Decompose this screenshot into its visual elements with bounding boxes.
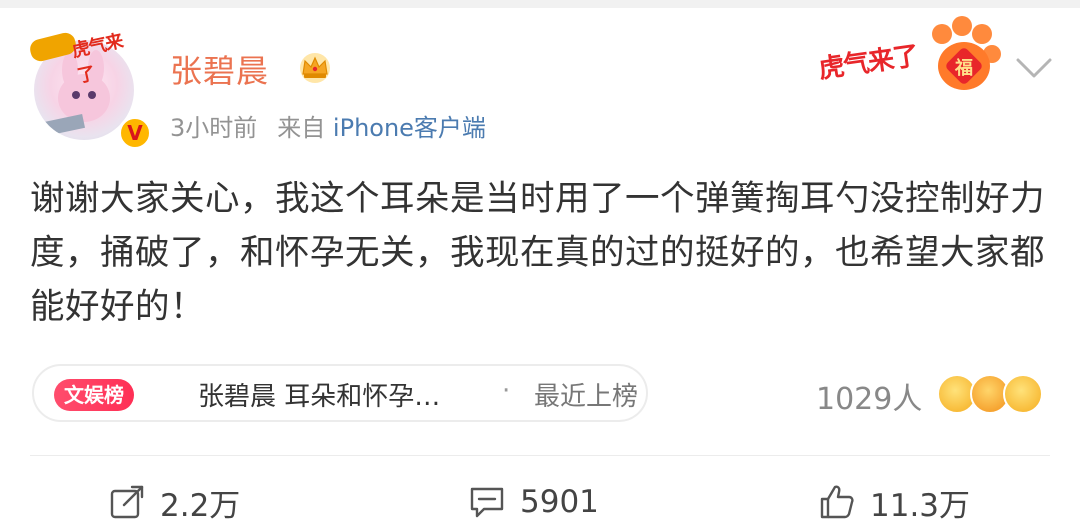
source-client-link[interactable]: iPhone客户端 — [333, 114, 486, 142]
verified-icon: V — [118, 116, 152, 150]
topic-card[interactable]: 文娱榜 张碧晨 耳朵和怀孕… · 最近上榜 — [32, 364, 648, 422]
paw-icon: 福 — [932, 16, 1001, 90]
topic-status: 最近上榜 — [534, 382, 639, 412]
topic-separator: · — [502, 376, 511, 406]
avatar[interactable]: 虎气来了 V — [28, 26, 152, 150]
top-separator — [0, 0, 1080, 8]
topic-tag: 文娱榜 — [54, 379, 134, 411]
chevron-down-icon[interactable] — [1014, 54, 1054, 82]
reaction-count[interactable]: 1029人 — [816, 374, 922, 418]
repost-icon — [110, 485, 144, 519]
post-text: 谢谢大家关心，我这个耳朵是当时用了一个弹簧掏耳勺没控制好力度，捅破了，和怀孕无关… — [30, 179, 1045, 327]
post-meta: 3小时前 来自 iPhone客户端 — [170, 108, 486, 143]
comment-count: 5901 — [520, 484, 599, 520]
topic-title: 张碧晨 耳朵和怀孕… — [198, 382, 441, 412]
like-count: 11.3万 — [870, 487, 971, 524]
post-time: 3小时前 — [170, 114, 258, 142]
header-badge-text: 虎气来了 — [816, 41, 920, 85]
divider — [30, 455, 1050, 456]
comment-icon — [470, 487, 504, 518]
repost-button[interactable]: 2.2万 — [108, 480, 240, 524]
like-icon — [820, 485, 854, 519]
repost-count: 2.2万 — [160, 487, 241, 524]
reaction-emoji-laugh-icon — [1003, 374, 1043, 414]
badge-char: 福 — [954, 57, 973, 79]
crown-icon[interactable] — [296, 50, 334, 84]
comment-button[interactable]: 5901 — [468, 480, 599, 524]
author-name[interactable]: 张碧晨 — [170, 46, 269, 92]
avatar-frame-text: 虎气来了 — [70, 30, 125, 88]
like-button[interactable]: 11.3万 — [818, 480, 970, 524]
header-badge[interactable]: 虎气来了 福 — [812, 14, 1008, 100]
source-prefix: 来自 — [277, 114, 326, 142]
